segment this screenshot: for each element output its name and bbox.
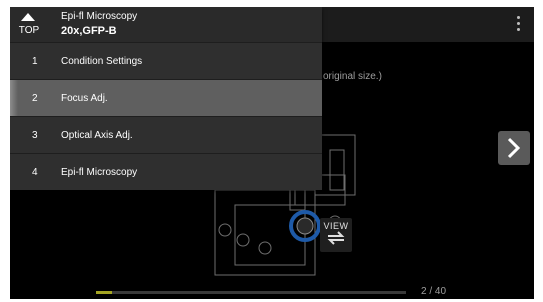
chevron-right-icon [507,137,521,159]
menu-item-label: Epi-fl Microscopy [61,167,138,178]
progress-fill [96,291,112,294]
hint-text: original size.) [323,71,382,82]
menu-item-epi-fl-microscopy[interactable]: 4 Epi-fl Microscopy [10,153,322,190]
menu-item-optical-axis-adj[interactable]: 3 Optical Axis Adj. [10,116,322,153]
menu-item-label: Focus Adj. [61,93,108,104]
more-options-icon[interactable] [512,14,524,36]
swap-view-icon [327,231,345,245]
menu-item-condition-settings[interactable]: 1 Condition Settings [10,42,322,79]
menu-item-number: 3 [32,130,38,141]
next-button[interactable] [498,131,530,165]
app-screen: original size.) VIEW 2 / 40 TOP Epi-fl M… [10,7,534,299]
up-arrow-icon [21,13,35,21]
view-switch-button[interactable]: VIEW [320,218,352,252]
step-menu: TOP Epi-fl Microscopy 20x,GFP-B 1 Condit… [10,7,322,190]
menu-subtitle: 20x,GFP-B [61,25,117,37]
top-button[interactable]: TOP [10,7,48,42]
menu-item-focus-adj[interactable]: 2 Focus Adj. [10,79,322,116]
progress-bar [96,291,406,294]
menu-title: Epi-fl Microscopy [61,11,138,22]
menu-item-number: 4 [32,167,38,178]
menu-item-label: Optical Axis Adj. [61,130,133,141]
page-indicator: 2 / 40 [421,286,447,297]
view-label: VIEW [323,221,349,231]
menu-item-number: 1 [32,56,38,67]
top-label: TOP [18,25,40,36]
menu-header: TOP Epi-fl Microscopy 20x,GFP-B [10,7,322,42]
menu-item-label: Condition Settings [61,56,143,67]
menu-item-number: 2 [32,93,38,104]
